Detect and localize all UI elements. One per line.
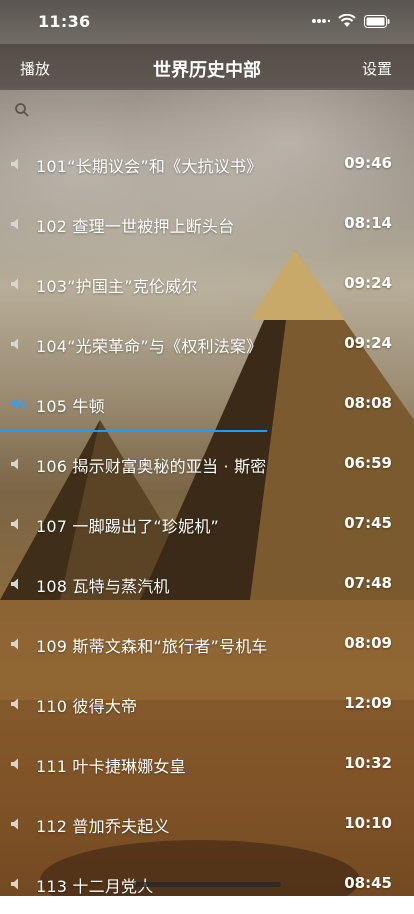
episode-duration: 08:08 <box>344 394 392 412</box>
speaker-icon <box>11 638 18 650</box>
settings-button[interactable]: 设置 <box>362 58 392 79</box>
episode-duration: 09:46 <box>344 154 392 172</box>
speaker-icon <box>11 278 18 290</box>
episode-row[interactable]: 106 揭示财富奥秘的亚当 · 斯密 06:59 <box>0 434 414 494</box>
speaker-icon <box>11 878 18 890</box>
speaker-icon <box>11 698 18 710</box>
episode-row[interactable]: 101“长期议会”和《大抗议书》 09:46 <box>0 134 414 194</box>
episode-row[interactable]: 112 普加乔夫起义 10:10 <box>0 794 414 854</box>
episode-title: 107 一脚踢出了“珍妮机” <box>36 517 220 536</box>
search-input[interactable] <box>40 98 404 126</box>
episode-title: 103“护国主”克伦威尔 <box>36 277 198 296</box>
playback-progress-bar[interactable] <box>0 430 268 432</box>
page-title: 世界历史中部 <box>153 60 261 81</box>
episode-row[interactable]: 110 彼得大帝 12:09 <box>0 674 414 734</box>
episode-duration: 09:24 <box>344 274 392 292</box>
speaker-icon <box>11 458 18 470</box>
speaker-icon <box>11 218 18 230</box>
episode-title: 108 瓦特与蒸汽机 <box>36 577 170 596</box>
episode-duration: 07:48 <box>344 574 392 592</box>
episode-row[interactable]: 108 瓦特与蒸汽机 07:48 <box>0 554 414 614</box>
episode-row[interactable]: 104“光荣革命”与《权利法案》 09:24 <box>0 314 414 374</box>
episode-duration: 10:32 <box>344 754 392 772</box>
episode-row[interactable]: 111 叶卡捷琳娜女皇 10:32 <box>0 734 414 794</box>
episode-title: 109 斯蒂文森和“旅行者”号机车 <box>36 637 268 656</box>
episode-duration: 12:09 <box>344 694 392 712</box>
speaker-icon <box>11 518 18 530</box>
battery-icon <box>364 14 390 28</box>
episode-row[interactable]: 107 一脚踢出了“珍妮机” 07:45 <box>0 494 414 554</box>
episode-title: 106 揭示财富奥秘的亚当 · 斯密 <box>36 457 267 476</box>
episode-row[interactable]: 105 牛顿 08:08 <box>0 374 414 434</box>
speaker-icon <box>11 818 18 830</box>
episode-duration: 06:59 <box>344 454 392 472</box>
navigation-bar: 播放 世界历史中部 设置 <box>0 44 414 90</box>
episode-title: 101“长期议会”和《大抗议书》 <box>36 157 263 176</box>
episode-row[interactable]: 102 查理一世被押上断头台 08:14 <box>0 194 414 254</box>
home-indicator[interactable] <box>133 882 281 887</box>
speaker-icon <box>11 758 18 770</box>
signal-icon <box>312 19 330 23</box>
episode-title: 105 牛顿 <box>36 397 105 416</box>
episode-duration: 08:09 <box>344 634 392 652</box>
episode-row[interactable]: 103“护国主”克伦威尔 09:24 <box>0 254 414 314</box>
status-time: 11:36 <box>38 12 91 31</box>
search-bar <box>0 92 414 132</box>
episode-row[interactable]: 109 斯蒂文森和“旅行者”号机车 08:09 <box>0 614 414 674</box>
search-icon <box>15 103 29 117</box>
wifi-icon <box>338 14 356 27</box>
episode-duration: 07:45 <box>344 514 392 532</box>
status-bar: 11:36 <box>0 0 414 44</box>
episode-duration: 08:14 <box>344 214 392 232</box>
episode-title: 112 普加乔夫起义 <box>36 817 170 836</box>
episode-title: 102 查理一世被押上断头台 <box>36 217 235 236</box>
speaker-icon <box>11 578 18 590</box>
episode-list: 101“长期议会”和《大抗议书》 09:46 102 查理一世被押上断头台 08:14… <box>0 134 414 914</box>
episode-title: 111 叶卡捷琳娜女皇 <box>36 757 186 776</box>
speaker-icon <box>11 398 25 410</box>
episode-duration: 10:10 <box>344 814 392 832</box>
speaker-icon <box>11 158 18 170</box>
speaker-icon <box>11 338 18 350</box>
episode-duration: 08:45 <box>344 874 392 892</box>
episode-title: 110 彼得大帝 <box>36 697 138 716</box>
episode-duration: 09:24 <box>344 334 392 352</box>
status-icons <box>312 14 390 28</box>
episode-title: 104“光荣革命”与《权利法案》 <box>36 337 263 356</box>
